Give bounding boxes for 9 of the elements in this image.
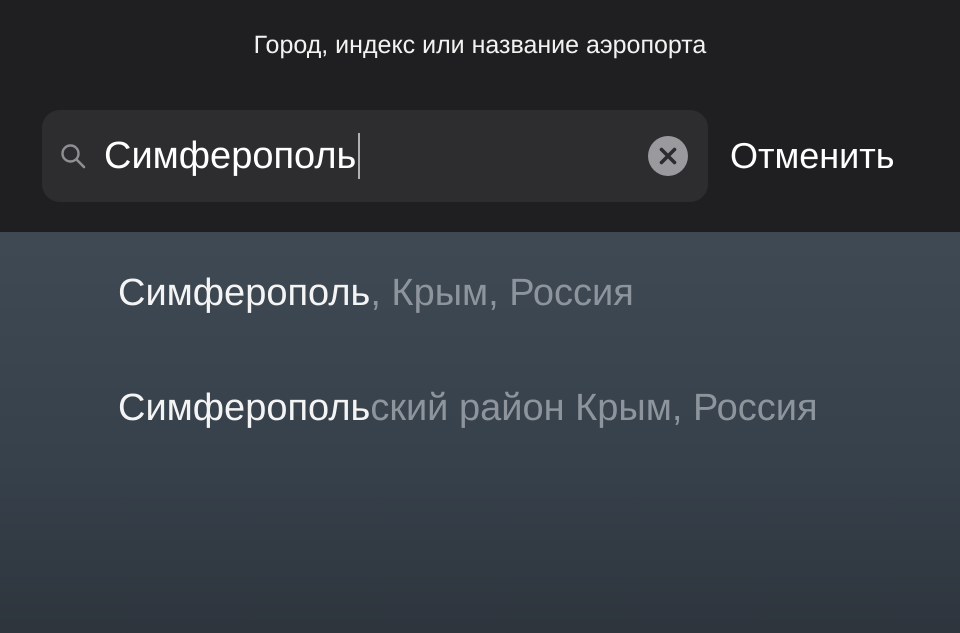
search-query: Симферополь — [104, 134, 356, 178]
search-result[interactable]: Симферополь, Крым, Россия — [118, 270, 634, 316]
search-result[interactable]: Симферопольский район Крым, Россия — [118, 385, 818, 431]
cancel-button[interactable]: Отменить — [730, 135, 894, 177]
search-field[interactable]: Симферополь — [42, 110, 708, 202]
text-cursor — [358, 133, 360, 179]
search-icon — [60, 143, 86, 169]
clear-icon[interactable] — [648, 136, 688, 176]
header-title: Город, индекс или название аэропорта — [252, 30, 708, 61]
